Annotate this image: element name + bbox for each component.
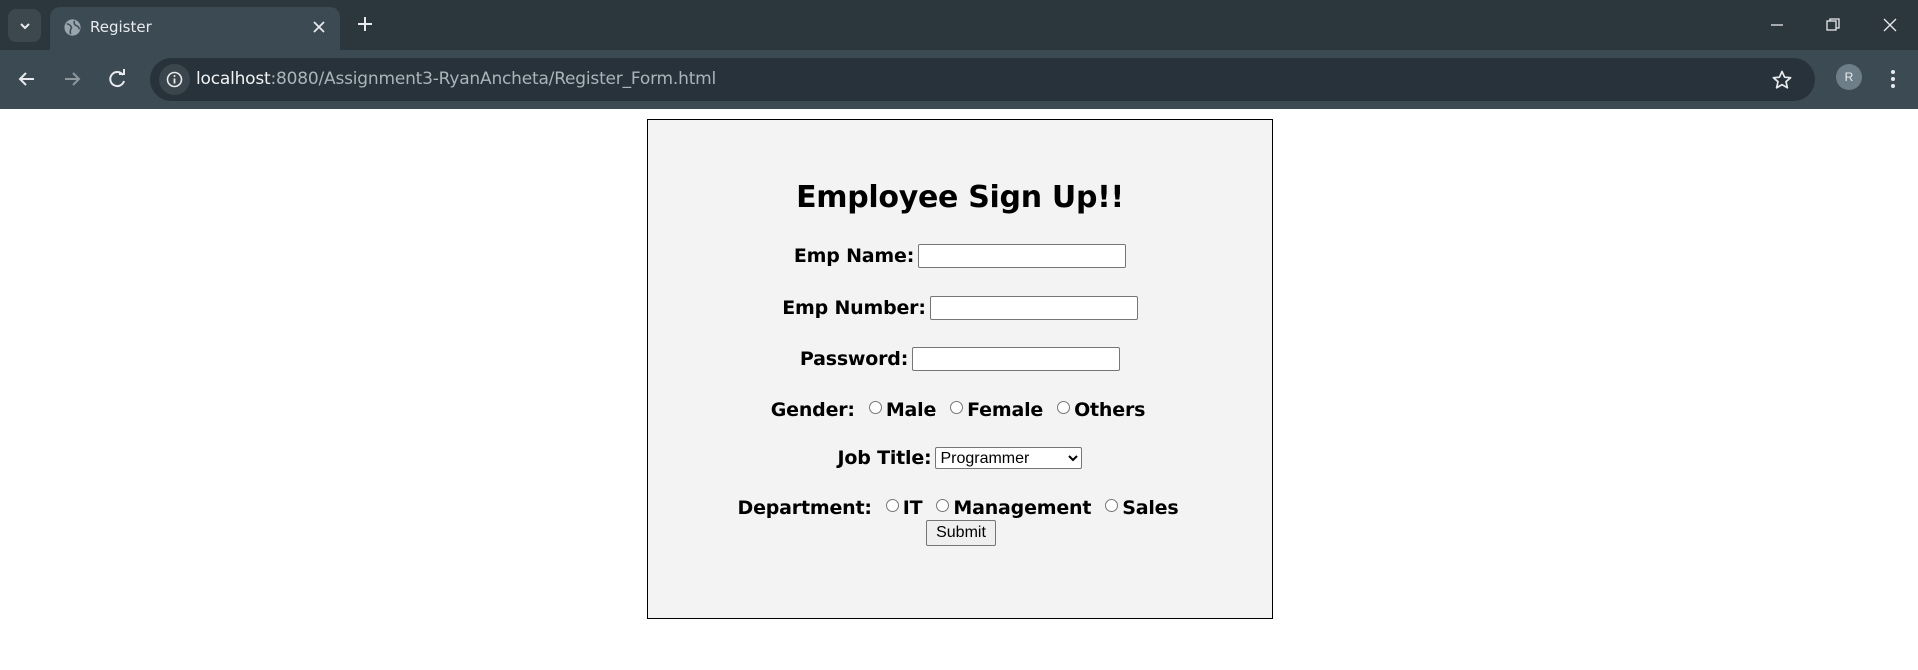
gender-row: Gender: Male Female Others	[648, 399, 1272, 421]
chevron-down-icon	[19, 22, 30, 29]
profile-avatar[interactable]: R	[1836, 64, 1862, 90]
gender-radio-others[interactable]	[1057, 400, 1071, 414]
department-option-it: IT	[902, 497, 923, 519]
submit-button[interactable]: Submit	[926, 520, 996, 546]
close-tab-icon[interactable]	[311, 19, 327, 35]
tab-strip: Register	[0, 0, 1918, 50]
job-title-row: Job Title: Programmer	[648, 447, 1272, 469]
minimize-icon[interactable]	[1766, 14, 1788, 36]
gender-option-male: Male	[885, 399, 937, 421]
address-bar[interactable]: localhost:8080/Assignment3-RyanAncheta/R…	[150, 58, 1815, 101]
url-path: :8080/Assignment3-RyanAncheta/Register_F…	[270, 69, 717, 89]
department-radio-sales[interactable]	[1105, 498, 1119, 512]
restore-icon[interactable]	[1822, 14, 1844, 36]
gender-radio-male[interactable]	[868, 400, 882, 414]
form-title: Employee Sign Up!!	[796, 180, 1124, 215]
register-form: Employee Sign Up!! Emp Name: Emp Number:…	[647, 119, 1273, 619]
bookmark-star-icon[interactable]	[1771, 69, 1793, 91]
forward-arrow-icon[interactable]	[59, 66, 85, 92]
job-title-label: Job Title:	[837, 447, 932, 469]
tab-register[interactable]: Register	[50, 7, 340, 50]
back-arrow-icon[interactable]	[14, 66, 40, 92]
emp-number-row: Emp Number:	[648, 296, 1272, 320]
department-option-management: Management	[953, 497, 1092, 519]
tab-search-button[interactable]	[8, 9, 41, 42]
site-info-button[interactable]	[159, 64, 190, 95]
url-text[interactable]: localhost:8080/Assignment3-RyanAncheta/R…	[196, 69, 716, 89]
password-label: Password:	[799, 348, 909, 370]
close-window-icon[interactable]	[1879, 14, 1901, 36]
emp-name-label: Emp Name:	[793, 245, 915, 267]
emp-number-input[interactable]	[929, 296, 1138, 320]
new-tab-icon[interactable]	[355, 14, 375, 34]
gender-radio-female[interactable]	[950, 400, 964, 414]
reload-icon[interactable]	[104, 66, 130, 92]
emp-number-label: Emp Number:	[782, 297, 926, 319]
gender-option-female: Female	[967, 399, 1044, 421]
more-menu-icon[interactable]	[1882, 66, 1904, 92]
tab-title: Register	[90, 18, 152, 36]
department-option-sales: Sales	[1122, 497, 1179, 519]
url-host: localhost	[196, 69, 271, 89]
gender-label: Gender:	[770, 399, 855, 421]
job-title-select[interactable]: Programmer	[935, 447, 1083, 469]
emp-name-row: Emp Name:	[648, 244, 1272, 268]
department-radio-management[interactable]	[936, 498, 950, 512]
globe-icon	[64, 19, 81, 36]
browser-toolbar: localhost:8080/Assignment3-RyanAncheta/R…	[0, 50, 1918, 109]
department-label: Department:	[737, 497, 872, 519]
info-icon	[166, 71, 183, 88]
password-row: Password:	[648, 347, 1272, 371]
password-input[interactable]	[912, 347, 1121, 371]
emp-name-input[interactable]	[918, 244, 1127, 268]
department-row: Department: IT Management Sales	[648, 497, 1272, 519]
department-radio-it[interactable]	[885, 498, 899, 512]
gender-option-others: Others	[1074, 399, 1146, 421]
